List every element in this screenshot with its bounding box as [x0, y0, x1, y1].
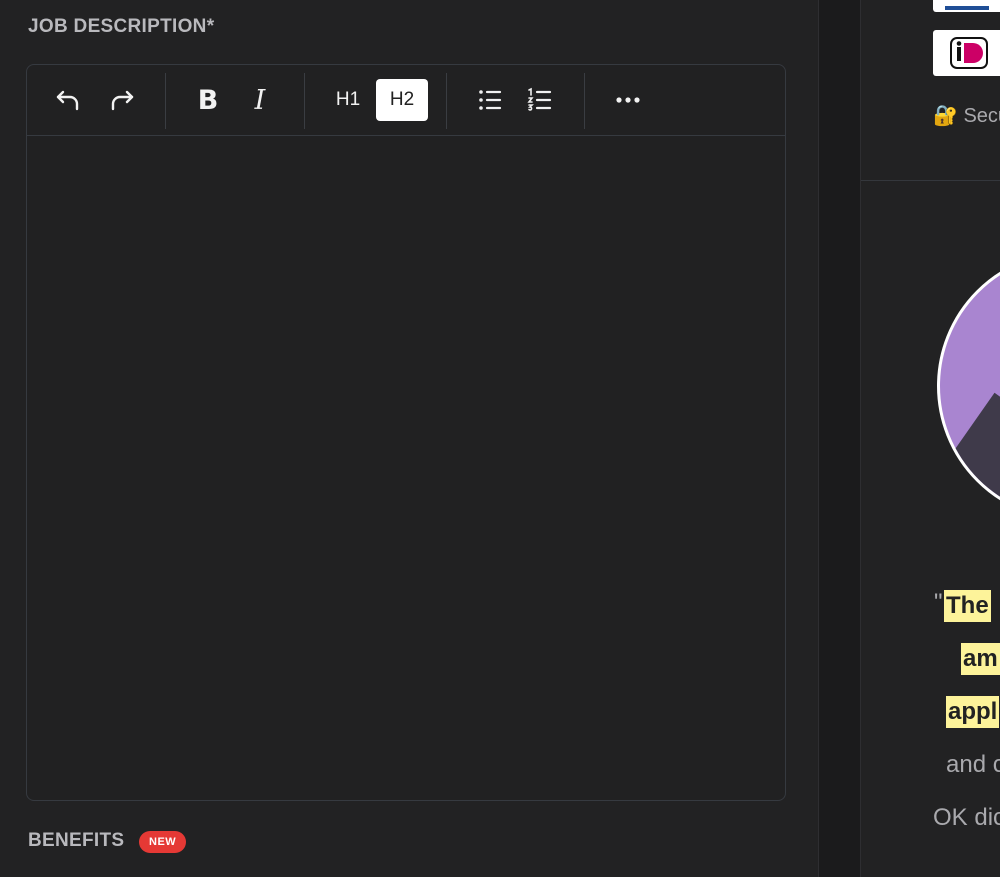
more-horizontal-icon — [616, 97, 640, 103]
editor-content-area[interactable] — [27, 136, 785, 800]
job-form-panel: JOB DESCRIPTION* B I H1 H2 BENEFITS NEW — [0, 0, 818, 877]
quote-line: am — [961, 643, 1000, 675]
bullet-list-icon — [479, 90, 502, 110]
lock-icon: 🔐 — [933, 105, 958, 127]
new-badge: NEW — [139, 831, 187, 853]
toolbar-divider — [165, 73, 166, 129]
secure-label: Secu — [963, 105, 1000, 127]
heading2-button[interactable]: H2 — [376, 79, 428, 121]
secure-payment-text: 🔐 Secu — [933, 103, 1000, 128]
italic-button[interactable]: I — [239, 79, 281, 121]
sidebar-panel: 🔐 Secu " The am appl and c OK dic — [860, 0, 1000, 877]
benefits-label: BENEFITS — [28, 830, 125, 851]
sidebar-divider — [861, 180, 1000, 181]
quote-line: OK dic — [933, 804, 1000, 831]
numbered-list-button[interactable] — [519, 79, 561, 121]
heading1-label: H1 — [335, 89, 361, 110]
redo-button[interactable] — [101, 79, 143, 121]
quote-line: and c — [946, 751, 1000, 778]
quote-line: appl — [946, 696, 1000, 728]
ideal-payment-card — [933, 30, 1000, 76]
ideal-logo-icon — [950, 37, 988, 69]
italic-icon: I — [254, 84, 266, 116]
payment-method-card — [933, 0, 1000, 12]
job-description-label: JOB DESCRIPTION* — [28, 16, 215, 37]
more-options-button[interactable] — [607, 79, 649, 121]
bullet-list-button[interactable] — [469, 79, 511, 121]
undo-button[interactable] — [47, 79, 89, 121]
card-logo-stripe — [945, 6, 989, 10]
heading2-label: H2 — [389, 89, 415, 110]
column-gutter — [818, 0, 861, 877]
bold-button[interactable]: B — [187, 79, 229, 121]
toolbar-divider — [304, 73, 305, 129]
quote-open-mark: " — [934, 589, 943, 616]
avatar-person-shape — [940, 392, 1000, 518]
testimonial-avatar — [937, 251, 1000, 521]
bold-icon: B — [197, 84, 219, 116]
toolbar-divider — [446, 73, 447, 129]
editor-toolbar: B I H1 H2 — [27, 65, 785, 136]
redo-icon — [111, 90, 134, 111]
toolbar-divider — [584, 73, 585, 129]
quote-line: The — [944, 590, 991, 622]
numbered-list-icon — [527, 87, 552, 111]
heading1-button[interactable]: H1 — [327, 79, 369, 121]
undo-icon — [56, 90, 79, 111]
job-description-editor: B I H1 H2 — [26, 64, 786, 801]
